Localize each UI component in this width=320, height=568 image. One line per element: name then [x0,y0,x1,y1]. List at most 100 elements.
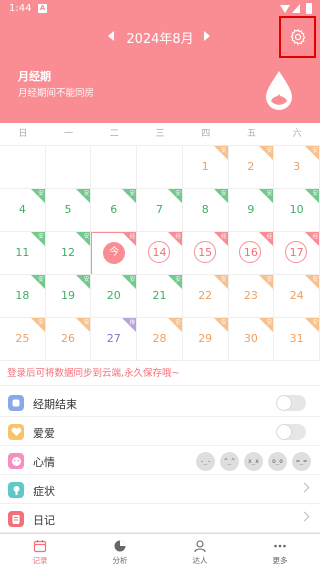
day-number: 7 [155,203,163,216]
day-marker-label: 安 [221,148,227,154]
day-marker-label: 安 [221,277,227,283]
weekday-label: 三 [155,129,165,139]
calendar-day-cell[interactable] [45,146,92,189]
calendar-day-cell[interactable]: 安 28 [137,318,183,361]
mood-face-icon[interactable]: x_x [244,452,263,471]
mood-face-icon[interactable]: ^_^ [220,452,239,471]
calendar-day-cell[interactable] [91,146,138,189]
mood-face-icon[interactable]: -_- [196,452,215,471]
calendar-day-cell[interactable]: 安 20 [91,275,138,318]
calendar-day-cell[interactable]: 经今 [91,232,138,275]
record-row[interactable]: 爱爱 [0,417,320,446]
calendar-day-cell[interactable]: 安9 [228,189,275,232]
calendar-day-cell[interactable]: 安2 [228,146,275,189]
next-month-button[interactable] [204,31,210,41]
day-marker-label: 安 [83,191,90,197]
day-marker-label: 安 [266,148,273,154]
day-marker-label: 安 [38,277,44,283]
month-label[interactable]: 2024年8月 [118,28,202,47]
tab-pie-chart[interactable]: 分析 [80,534,160,568]
day-marker-label: 安 [175,191,181,197]
tab-more[interactable]: 更多 [240,534,320,568]
diary-icon [8,511,24,527]
calendar-day-cell[interactable]: 安 12 [45,232,92,275]
record-toggle[interactable] [276,395,306,411]
tab-person[interactable]: 达人 [160,534,240,568]
calendar-day-cell[interactable]: 安 19 [45,275,92,318]
calendar-day-cell[interactable] [137,146,183,189]
calendar-day-cell[interactable]: 安3 [274,146,320,189]
weekday-header: 日一二三四五六 [0,123,320,145]
smile-icon [8,453,24,469]
calendar-day-cell[interactable]: 安6 [91,189,138,232]
period-subtitle: 月经期间不能同房 [18,88,95,99]
record-label: 症状 [33,485,55,498]
day-number: 26 [61,332,76,345]
day-marker-label: 安 [175,277,181,283]
calendar-day-cell[interactable]: 经 16 [228,232,275,275]
day-marker-label: 安 [266,191,273,197]
calendar-day-cell[interactable]: 安 22 [182,275,229,318]
record-toggle[interactable] [276,424,306,440]
day-number: 4 [18,203,26,216]
prev-month-button[interactable] [108,31,114,41]
day-number: 23 [243,289,258,302]
calendar-day-cell[interactable]: 安 25 [0,318,46,361]
weekday-label: 四 [201,129,211,139]
record-row[interactable]: 日记 [0,504,320,533]
record-row[interactable]: 症状 [0,475,320,504]
day-marker-label: 安 [38,191,44,197]
chevron-right-icon[interactable] [299,511,310,522]
day-number: 19 [61,289,76,302]
day-number: 2 [247,160,255,173]
record-row[interactable]: 经期结束 [0,388,320,417]
calendar-day-cell[interactable]: 安8 [182,189,229,232]
day-number: 8 [201,203,209,216]
settings-button[interactable] [279,16,316,58]
calendar-day-cell[interactable]: 安 30 [228,318,275,361]
chevron-right-icon[interactable] [299,482,310,493]
more-icon [273,538,287,552]
day-number: 14 [152,246,167,259]
calendar-day-cell[interactable]: 安7 [137,189,183,232]
battery-icon [306,3,312,14]
day-number: 31 [289,332,304,345]
calendar-day-cell[interactable]: 安 11 [0,232,46,275]
day-marker-label: 安 [83,277,90,283]
calendar-day-cell[interactable]: 排 27 [91,318,138,361]
calendar-day-cell[interactable]: 安 29 [182,318,229,361]
calendar-day-cell[interactable]: 安5 [45,189,92,232]
gear-icon [289,29,306,45]
calendar-day-cell[interactable]: 安 21 [137,275,183,318]
app-header: 1:44 A 2024年8月 月经期 月经期间不能同房 [0,0,320,123]
heart-icon [8,424,24,440]
mood-face-icon[interactable]: =_= [292,452,311,471]
tab-calendar[interactable]: 记录 [0,534,80,568]
day-marker-label: 安 [221,320,227,326]
calendar-day-cell[interactable]: 安1 [182,146,229,189]
drop-icon [8,395,24,411]
mood-face-icon[interactable]: o_o [268,452,287,471]
calendar-day-cell[interactable]: 安 26 [45,318,92,361]
tab-label: 达人 [192,556,208,565]
calendar-day-cell[interactable]: 安 24 [274,275,320,318]
calendar-day-cell[interactable]: 经 15 [182,232,229,275]
tab-label: 更多 [272,556,288,565]
calendar-day-cell[interactable]: 安4 [0,189,46,232]
day-number: 12 [61,246,76,259]
day-marker-label: 安 [312,148,318,154]
calendar-grid: 安 1 安 2 安 3 安 4 安 5 安 6 安 7 安 8 安 9 安 10 安 11 安 12 经今经 14 经 15 经 16 经 1… [0,145,320,361]
calendar-day-cell[interactable]: 经 17 [274,232,320,275]
record-label: 经期结束 [33,398,77,411]
day-marker-label: 安 [312,277,318,283]
weekday-label: 日 [18,129,28,139]
calendar-day-cell[interactable]: 安 31 [274,318,320,361]
calendar-day-cell[interactable] [0,146,46,189]
record-row[interactable]: 心情 -_- ^_^ x_x o_o =_= [0,446,320,475]
calendar-day-cell[interactable]: 安 23 [228,275,275,318]
calendar-day-cell[interactable]: 经 14 [137,232,183,275]
login-sync-prompt[interactable]: 登录后可将数据同步到云端,永久保存哦~ [0,362,320,386]
calendar-day-cell[interactable]: 安 18 [0,275,46,318]
calendar-day-cell[interactable]: 安 10 [274,189,320,232]
bottom-tab-bar: 记录 分析 达人 更多 [0,533,320,568]
